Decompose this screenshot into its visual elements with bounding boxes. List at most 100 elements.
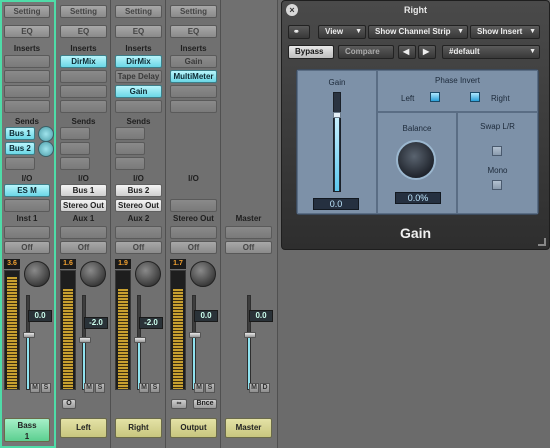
automation-off-button[interactable]: Off	[4, 241, 50, 254]
insert-slot[interactable]	[170, 85, 217, 98]
solo-button[interactable]: S	[41, 383, 51, 393]
setting-button[interactable]: Setting	[115, 5, 162, 18]
show-channel-strip-menu[interactable]: Show Channel Strip ▼	[368, 25, 468, 39]
gain-value[interactable]: 0.0	[313, 198, 359, 210]
io-label: I/O	[188, 174, 199, 183]
resize-handle[interactable]	[538, 238, 546, 246]
link-button[interactable]: ⚭	[288, 25, 310, 39]
send-level-knob[interactable]	[38, 126, 54, 142]
solo-button[interactable]: S	[150, 383, 160, 393]
setting-button[interactable]: Setting	[4, 5, 50, 18]
send-bus2-button[interactable]: Bus 2	[5, 142, 35, 155]
track-name-bass[interactable]: Bass 1	[4, 418, 50, 442]
bypass-button[interactable]: Bypass	[288, 45, 334, 59]
phase-left-toggle[interactable]	[430, 92, 440, 102]
automation-slot[interactable]	[115, 226, 162, 239]
insert-slot[interactable]	[4, 85, 50, 98]
insert-multimeter[interactable]: MultiMeter	[170, 70, 217, 83]
balance-knob[interactable]	[396, 140, 436, 180]
track-name-master[interactable]: Master	[225, 418, 272, 438]
insert-slot[interactable]	[4, 100, 50, 113]
pan-knob[interactable]	[135, 261, 161, 287]
volume-value[interactable]: 0.0	[28, 310, 52, 322]
track-name-right[interactable]: Right	[115, 418, 162, 438]
solo-button[interactable]: S	[205, 383, 215, 393]
balance-value[interactable]: 0.0%	[395, 192, 441, 204]
insert-slot[interactable]	[4, 70, 50, 83]
output-slot[interactable]	[170, 199, 217, 212]
track-name-output[interactable]: Output	[170, 418, 217, 438]
track-name-left[interactable]: Left	[60, 418, 107, 438]
send-bus1-button[interactable]: Bus 1	[5, 127, 35, 140]
eq-button[interactable]: EQ	[115, 25, 162, 38]
volume-value[interactable]: -2.0	[139, 317, 163, 329]
previous-preset-button[interactable]: ◀	[398, 45, 416, 59]
insert-slot[interactable]	[60, 85, 107, 98]
input-slot[interactable]: Bus 1	[60, 184, 107, 197]
show-insert-menu[interactable]: Show Insert ▼	[470, 25, 540, 39]
solo-button[interactable]: S	[95, 383, 105, 393]
mono-checkbox[interactable]	[492, 180, 502, 190]
compare-button[interactable]: Compare	[338, 45, 394, 59]
output-slot[interactable]: Stereo Out	[115, 199, 162, 212]
send-slot[interactable]	[60, 157, 90, 170]
output-slot[interactable]: Stereo Out	[60, 199, 107, 212]
volume-fader[interactable]	[134, 295, 146, 390]
send-slot[interactable]	[60, 127, 90, 140]
next-preset-button[interactable]: ▶	[418, 45, 436, 59]
input-slot[interactable]: Bus 2	[115, 184, 162, 197]
automation-slot[interactable]	[170, 226, 217, 239]
send-slot[interactable]	[115, 142, 145, 155]
insert-slot[interactable]	[60, 70, 107, 83]
mute-button[interactable]: M	[194, 383, 204, 393]
output-o-button[interactable]: O	[62, 399, 76, 409]
insert-slot[interactable]	[60, 100, 107, 113]
automation-off-button[interactable]: Off	[170, 241, 217, 254]
insert-slot[interactable]	[170, 100, 217, 113]
setting-button[interactable]: Setting	[170, 5, 217, 18]
automation-slot[interactable]	[60, 226, 107, 239]
insert-slot[interactable]	[4, 55, 50, 68]
insert-tape-delay[interactable]: Tape Delay	[115, 70, 162, 83]
send-slot[interactable]	[115, 127, 145, 140]
send-slot[interactable]	[60, 142, 90, 155]
insert-gain[interactable]: Gain	[170, 55, 217, 68]
automation-slot[interactable]	[225, 226, 272, 239]
phase-right-toggle[interactable]	[470, 92, 480, 102]
mute-button[interactable]: M	[139, 383, 149, 393]
eq-button[interactable]: EQ	[4, 25, 50, 38]
automation-off-button[interactable]: Off	[60, 241, 107, 254]
input-slot-esm[interactable]: ES M	[4, 184, 50, 197]
view-menu[interactable]: View ▼	[318, 25, 366, 39]
volume-value[interactable]: -2.0	[84, 317, 108, 329]
automation-off-button[interactable]: Off	[115, 241, 162, 254]
insert-dirmix[interactable]: DirMix	[60, 55, 107, 68]
insert-slot[interactable]	[115, 100, 162, 113]
volume-value[interactable]: 0.0	[194, 310, 218, 322]
preset-menu[interactable]: #default ▼	[442, 45, 540, 59]
volume-fader[interactable]	[79, 295, 91, 390]
swap-lr-checkbox[interactable]	[492, 146, 502, 156]
mute-button[interactable]: M	[84, 383, 94, 393]
bounce-button[interactable]: Bnce	[193, 399, 217, 409]
mute-button[interactable]: M	[30, 383, 40, 393]
mute-button[interactable]: M	[249, 383, 259, 393]
send-slot[interactable]	[115, 157, 145, 170]
eq-button[interactable]: EQ	[170, 25, 217, 38]
insert-dirmix[interactable]: DirMix	[115, 55, 162, 68]
insert-gain[interactable]: Gain	[115, 85, 162, 98]
pan-knob[interactable]	[80, 261, 106, 287]
pan-knob[interactable]	[190, 261, 216, 287]
gain-slider[interactable]	[333, 92, 341, 192]
send-slot[interactable]	[5, 157, 35, 170]
automation-off-button[interactable]: Off	[225, 241, 272, 254]
output-slot[interactable]	[4, 199, 50, 212]
setting-button[interactable]: Setting	[60, 5, 107, 18]
link-icon[interactable]: ∞	[171, 399, 187, 409]
eq-button[interactable]: EQ	[60, 25, 107, 38]
automation-slot[interactable]	[4, 226, 50, 239]
dim-button[interactable]: D	[260, 383, 270, 393]
pan-knob[interactable]	[24, 261, 50, 287]
send-level-knob[interactable]	[38, 141, 54, 157]
volume-value[interactable]: 0.0	[249, 310, 273, 322]
